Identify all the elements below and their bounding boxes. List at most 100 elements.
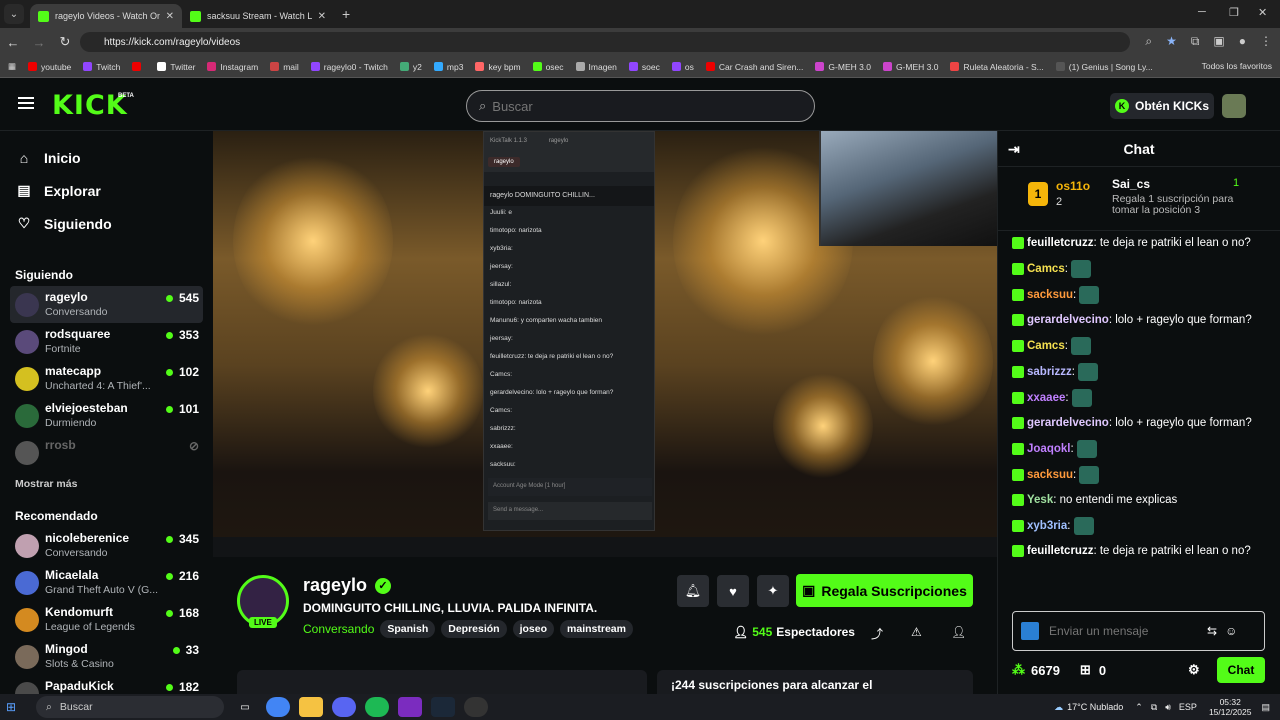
leader-name[interactable]: os11o bbox=[1056, 179, 1090, 193]
bookmark[interactable]: rageylo0 - Twitch bbox=[310, 62, 388, 72]
emoji-icon[interactable]: ☺ bbox=[1225, 624, 1237, 638]
sidebar-channel-following[interactable]: rageylo Conversando 545 bbox=[10, 286, 203, 323]
tag[interactable]: mainstream bbox=[560, 620, 633, 638]
discord-icon[interactable] bbox=[332, 697, 356, 717]
extensions-icon[interactable]: ⧉ bbox=[1191, 34, 1200, 49]
sidebar-item-browse[interactable]: ▤ Explorar bbox=[0, 174, 213, 207]
tag[interactable]: joseo bbox=[512, 620, 555, 638]
bookmark[interactable]: osec bbox=[532, 62, 564, 72]
second-name[interactable]: Sai_cs bbox=[1112, 177, 1150, 191]
sidebar-channel-recommended[interactable]: Mingod Slots & Casino 33 bbox=[10, 638, 203, 675]
file-explorer-icon[interactable] bbox=[299, 697, 323, 717]
bookmark[interactable]: Car Crash and Siren... bbox=[705, 62, 803, 72]
chat-username[interactable]: gerardelvecino bbox=[1027, 314, 1109, 326]
reload-icon[interactable]: ↻ bbox=[52, 34, 78, 50]
sidebar-channel-recommended[interactable]: Micaelala Grand Theft Auto V (G... 216 bbox=[10, 564, 203, 601]
new-tab-icon[interactable]: + bbox=[342, 6, 350, 22]
follow-button[interactable]: ♥ bbox=[717, 575, 749, 607]
browser-tab-active[interactable]: rageylo Videos - Watch On ✕ bbox=[30, 4, 182, 28]
back-icon[interactable]: ← bbox=[0, 35, 26, 50]
user-avatar[interactable] bbox=[1222, 94, 1246, 118]
forward-icon[interactable]: → bbox=[26, 35, 52, 50]
browser-tab[interactable]: sacksuu Stream - Watch Live on ✕ bbox=[182, 4, 334, 28]
user-card-icon[interactable]: 👤︎ bbox=[951, 625, 966, 639]
search-input[interactable] bbox=[492, 98, 783, 114]
chat-username[interactable]: xxaaee bbox=[1027, 392, 1065, 404]
tray-chevron-icon[interactable]: ⌃ bbox=[1135, 702, 1143, 713]
collapse-chat-icon[interactable]: ⇥ bbox=[1008, 141, 1020, 158]
get-kicks-button[interactable]: K Obtén KICKs bbox=[1110, 93, 1214, 119]
sidebar-channel-recommended[interactable]: Kendomurft League of Legends 168 bbox=[10, 601, 203, 638]
chat-input[interactable] bbox=[1049, 624, 1199, 638]
streamer-name[interactable]: rageylo ✓ bbox=[303, 575, 392, 596]
url-field[interactable]: https://kick.com/rageylo/videos bbox=[80, 32, 1130, 52]
tag[interactable]: Spanish bbox=[380, 620, 436, 638]
clock[interactable]: 05:32 15/12/2025 bbox=[1209, 697, 1252, 717]
bookmark[interactable]: Ruleta Aleatoria - S... bbox=[950, 62, 1044, 72]
chat-username[interactable]: xyb3ria bbox=[1027, 520, 1067, 532]
sidebar-channel-recommended[interactable]: PapaduKick 182 bbox=[10, 675, 203, 694]
app-icon[interactable] bbox=[398, 697, 422, 717]
bookmark[interactable] bbox=[132, 62, 145, 71]
sidebar-channel-recommended[interactable]: nicoleberenice Conversando 345 bbox=[10, 527, 203, 564]
search-box[interactable]: ⌕ bbox=[466, 90, 815, 122]
obs-icon[interactable] bbox=[464, 697, 488, 717]
share-icon[interactable]: ⤴ bbox=[871, 625, 883, 642]
chat-username[interactable]: Camcs bbox=[1027, 340, 1065, 352]
chat-input-box[interactable]: ⇆ ☺ bbox=[1012, 611, 1265, 651]
bookmark[interactable]: mp3 bbox=[433, 62, 463, 72]
channel-points[interactable]: 6679 bbox=[1031, 663, 1060, 678]
bookmark[interactable]: key bpm bbox=[475, 62, 521, 72]
zoom-icon[interactable]: ⌕ bbox=[1145, 34, 1152, 49]
chat-username[interactable]: gerardelvecino bbox=[1027, 417, 1109, 429]
tag[interactable]: Depresión bbox=[441, 620, 507, 638]
report-icon[interactable]: ⚠ bbox=[911, 625, 922, 639]
bookmark[interactable]: y2 bbox=[399, 62, 422, 72]
language-indicator[interactable]: ESP bbox=[1179, 702, 1197, 712]
bookmark[interactable]: Twitter bbox=[157, 62, 195, 72]
chat-username[interactable]: feuilletcruzz bbox=[1027, 237, 1093, 249]
gift-subs-button[interactable]: ▣ Regala Suscripciones bbox=[796, 574, 973, 607]
chrome-icon[interactable] bbox=[266, 697, 290, 717]
gift-box-icon[interactable]: ⊞ bbox=[1080, 662, 1091, 678]
settings-gear-icon[interactable]: ⚙ bbox=[1188, 662, 1200, 678]
bookmark[interactable]: Twitch bbox=[83, 62, 120, 72]
chat-username[interactable]: Joaqokl bbox=[1027, 443, 1070, 455]
sidebar-channel-following[interactable]: matecapp Uncharted 4: A Thief'... 102 bbox=[10, 360, 203, 397]
stream-category[interactable]: Conversando bbox=[303, 622, 374, 636]
sidebar-channel-following[interactable]: rodsquaree Fortnite 353 bbox=[10, 323, 203, 360]
chat-username[interactable]: feuilletcruzz bbox=[1027, 545, 1093, 557]
task-view-icon[interactable]: ▭ bbox=[233, 697, 257, 717]
kick-logo[interactable]: KICK bbox=[52, 90, 128, 121]
chat-username[interactable]: Yesk bbox=[1027, 494, 1053, 506]
sparkle-button[interactable]: ✦ bbox=[757, 575, 789, 607]
tab-search-button[interactable]: ⌄ bbox=[4, 4, 24, 24]
sidebar-item-home[interactable]: ⌂ Inicio bbox=[0, 141, 213, 174]
volume-icon[interactable]: 🔊︎ bbox=[1165, 702, 1171, 713]
weather-text[interactable]: 17°C Nublado bbox=[1067, 702, 1123, 712]
translate-icon[interactable]: ⇆ bbox=[1207, 624, 1217, 638]
bookmark[interactable]: (1) Genius | Song Ly... bbox=[1055, 62, 1153, 72]
bookmark-star-icon[interactable]: ★ bbox=[1166, 34, 1177, 49]
menu-icon[interactable]: ⋮ bbox=[1260, 34, 1272, 49]
chat-username[interactable]: sabrizzz bbox=[1027, 366, 1072, 378]
chat-username[interactable]: sacksuu bbox=[1027, 289, 1073, 301]
sidebar-item-following[interactable]: ♡ Siguiendo bbox=[0, 207, 213, 240]
minimize-button[interactable]: ─ bbox=[1198, 6, 1206, 18]
send-chat-button[interactable]: Chat bbox=[1217, 657, 1265, 683]
bookmark[interactable]: os bbox=[671, 62, 694, 72]
chat-username[interactable]: sacksuu bbox=[1027, 469, 1073, 481]
notification-bell-button[interactable]: 🔔︎ bbox=[677, 575, 709, 607]
profile-icon[interactable]: ● bbox=[1239, 34, 1246, 49]
windows-start-icon[interactable]: ⊞ bbox=[6, 700, 26, 714]
close-tab-icon[interactable]: ✕ bbox=[318, 11, 326, 22]
sidebar-channel-following[interactable]: rrosb ⊘ bbox=[10, 434, 203, 471]
bookmark[interactable]: Imagen bbox=[575, 62, 617, 72]
network-icon[interactable]: ⧉ bbox=[1151, 702, 1157, 713]
close-window-button[interactable]: ✕ bbox=[1258, 6, 1267, 19]
bookmark[interactable]: G-MEH 3.0 bbox=[815, 62, 871, 72]
bookmark[interactable]: Instagram bbox=[207, 62, 258, 72]
spotify-icon[interactable] bbox=[365, 697, 389, 717]
chat-username[interactable]: Camcs bbox=[1027, 263, 1065, 275]
video-player[interactable]: KickTalk 1.1.3 rageylo rageylo rageylo D… bbox=[213, 131, 997, 557]
